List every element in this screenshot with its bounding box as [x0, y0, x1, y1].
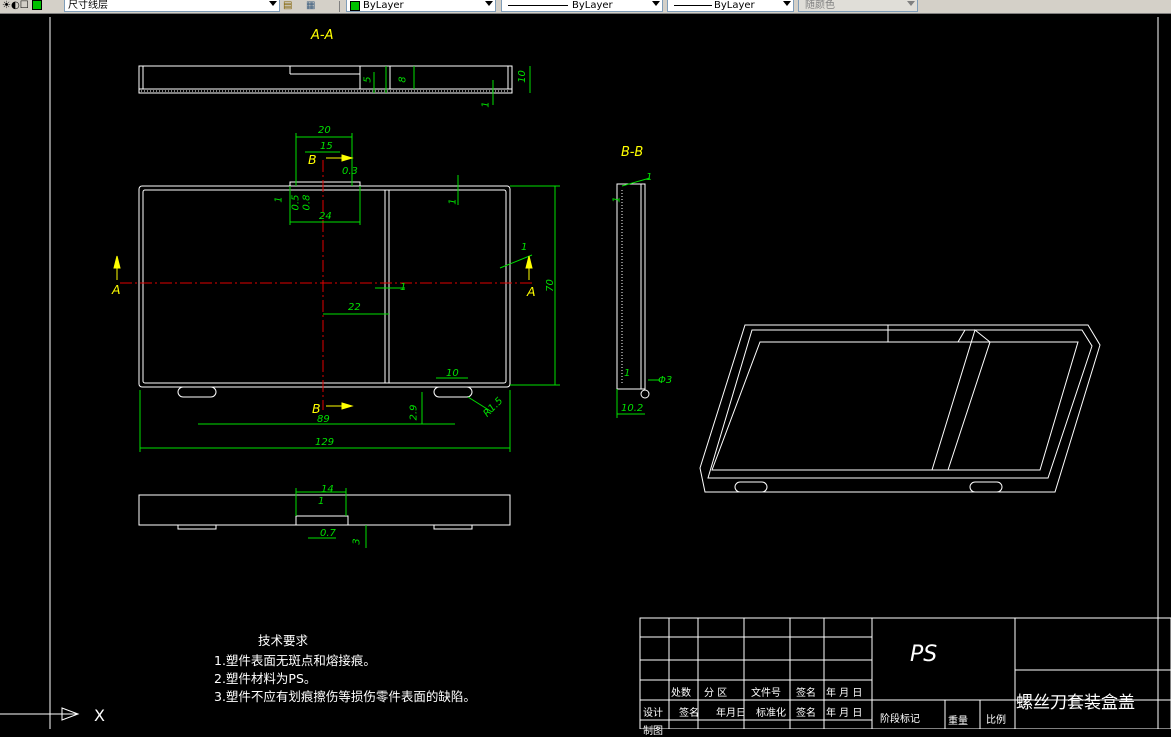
tb-label: 设计	[643, 708, 663, 719]
dim-text: 0.5	[290, 194, 302, 211]
dim-text: 2.9	[408, 404, 420, 421]
chevron-down-icon	[485, 1, 493, 6]
layer-icons[interactable]: ☀◐☐	[2, 0, 42, 13]
dim-text: 8	[397, 76, 409, 83]
ucs-icon	[0, 707, 80, 721]
section-aa-label: A-A	[311, 28, 334, 43]
cad-drawing	[0, 17, 1171, 729]
dim-text: 3	[351, 538, 363, 545]
dim-text: Φ3	[658, 375, 673, 386]
dim-text: 14	[321, 484, 334, 495]
dim-text: 5	[362, 76, 374, 83]
tech-item: 2.塑件材料为PS。	[214, 671, 317, 686]
layer-name: 尺寸线层	[68, 0, 108, 11]
tb-label: 标准化	[756, 708, 786, 719]
dim-text: 22	[348, 302, 361, 313]
toolbar-separator	[339, 1, 340, 12]
color-dropdown[interactable]: ByLayer	[346, 0, 496, 12]
tb-label: 分 区	[704, 688, 728, 699]
properties-toolbar: ☀◐☐ 尺寸线层 ▤ ▦ ByLayer ByLayer ByLayer 随颜色	[0, 0, 1171, 14]
part-name: 螺丝刀套装盒盖	[1016, 693, 1135, 713]
dim-text: 1	[611, 196, 623, 203]
layer-dropdown[interactable]: 尺寸线层	[64, 0, 280, 12]
dim-text: 1	[624, 368, 631, 379]
linetype-dropdown[interactable]: ByLayer	[501, 0, 663, 12]
dim-text: 1	[447, 198, 459, 205]
bottom-view	[138, 494, 511, 530]
tech-title: 技术要求	[258, 633, 309, 648]
tb-label: 年 月 日	[826, 708, 863, 719]
center-lines	[120, 160, 532, 410]
color-swatch	[350, 1, 360, 11]
dim-text: 1	[318, 496, 325, 507]
tb-label: 重量	[948, 716, 968, 727]
tb-label: 签名	[679, 708, 699, 719]
dim-text: 0.7	[320, 528, 336, 539]
layer-manager-icon[interactable]: ▤	[283, 0, 292, 13]
dimension-lines	[139, 66, 660, 548]
tb-label: 签名	[796, 708, 816, 719]
dim-text: 24	[319, 211, 332, 222]
linetype-value: ByLayer	[572, 0, 613, 11]
tb-label: 年月日	[716, 708, 746, 719]
dim-text: 15	[320, 141, 333, 152]
tb-label: 签名	[796, 688, 816, 699]
section-bb-label: B-B	[621, 145, 644, 160]
color-value: ByLayer	[363, 0, 404, 11]
chevron-down-icon	[652, 1, 660, 6]
tech-item: 3.塑件不应有划痕擦伤等损伤零件表面的缺陷。	[214, 689, 476, 704]
section-bb-view	[616, 183, 650, 399]
dim-text: 1	[480, 101, 492, 108]
dim-text: 20	[318, 125, 331, 136]
tb-label: 阶段标记	[880, 714, 920, 725]
plotstyle-dropdown: 随颜色	[798, 0, 918, 12]
dim-text: 1	[400, 282, 407, 293]
ucs-x-label: X	[94, 706, 105, 725]
tb-label: 文件号	[751, 688, 781, 699]
lineweight-dropdown[interactable]: ByLayer	[667, 0, 794, 12]
dim-text: 1	[273, 196, 285, 203]
plotstyle-value: 随颜色	[805, 0, 835, 11]
tb-label: 比例	[986, 715, 1006, 726]
dim-text: 70	[544, 279, 556, 292]
dim-text: 89	[317, 414, 330, 425]
dim-text: 10	[516, 70, 528, 83]
cut-a-left-label: A	[112, 282, 121, 297]
tech-item: 1.塑件表面无斑点和熔接痕。	[214, 653, 376, 668]
section-aa-view	[138, 65, 513, 94]
dim-text: 129	[315, 437, 335, 448]
chevron-down-icon	[783, 1, 791, 6]
dim-text: 0.8	[301, 194, 313, 211]
linetype-preview	[508, 5, 568, 6]
drawing-canvas[interactable]: A-A B-B A A B B 5 8 1 10 20 15 0.3 1 0.5…	[0, 14, 1171, 737]
material-text: PS	[910, 642, 938, 667]
isometric-view	[699, 324, 1101, 493]
dim-text: 10.2	[621, 403, 644, 414]
chevron-down-icon	[269, 1, 277, 6]
dim-text: 0.3	[342, 166, 358, 177]
layer-states-icon[interactable]: ▦	[306, 0, 315, 13]
cut-b-top-label: B	[308, 152, 317, 167]
tb-label: 处数	[671, 688, 691, 699]
tb-label: 制图	[643, 726, 663, 737]
chevron-down-icon	[907, 1, 915, 6]
lineweight-value: ByLayer	[714, 0, 755, 11]
tb-label: 年 月 日	[826, 688, 863, 699]
lineweight-preview	[674, 5, 712, 6]
dim-text: 10	[446, 368, 459, 379]
cut-a-right-label: A	[527, 284, 536, 299]
dim-text: 1	[646, 172, 653, 183]
dim-text: 1	[521, 242, 528, 253]
